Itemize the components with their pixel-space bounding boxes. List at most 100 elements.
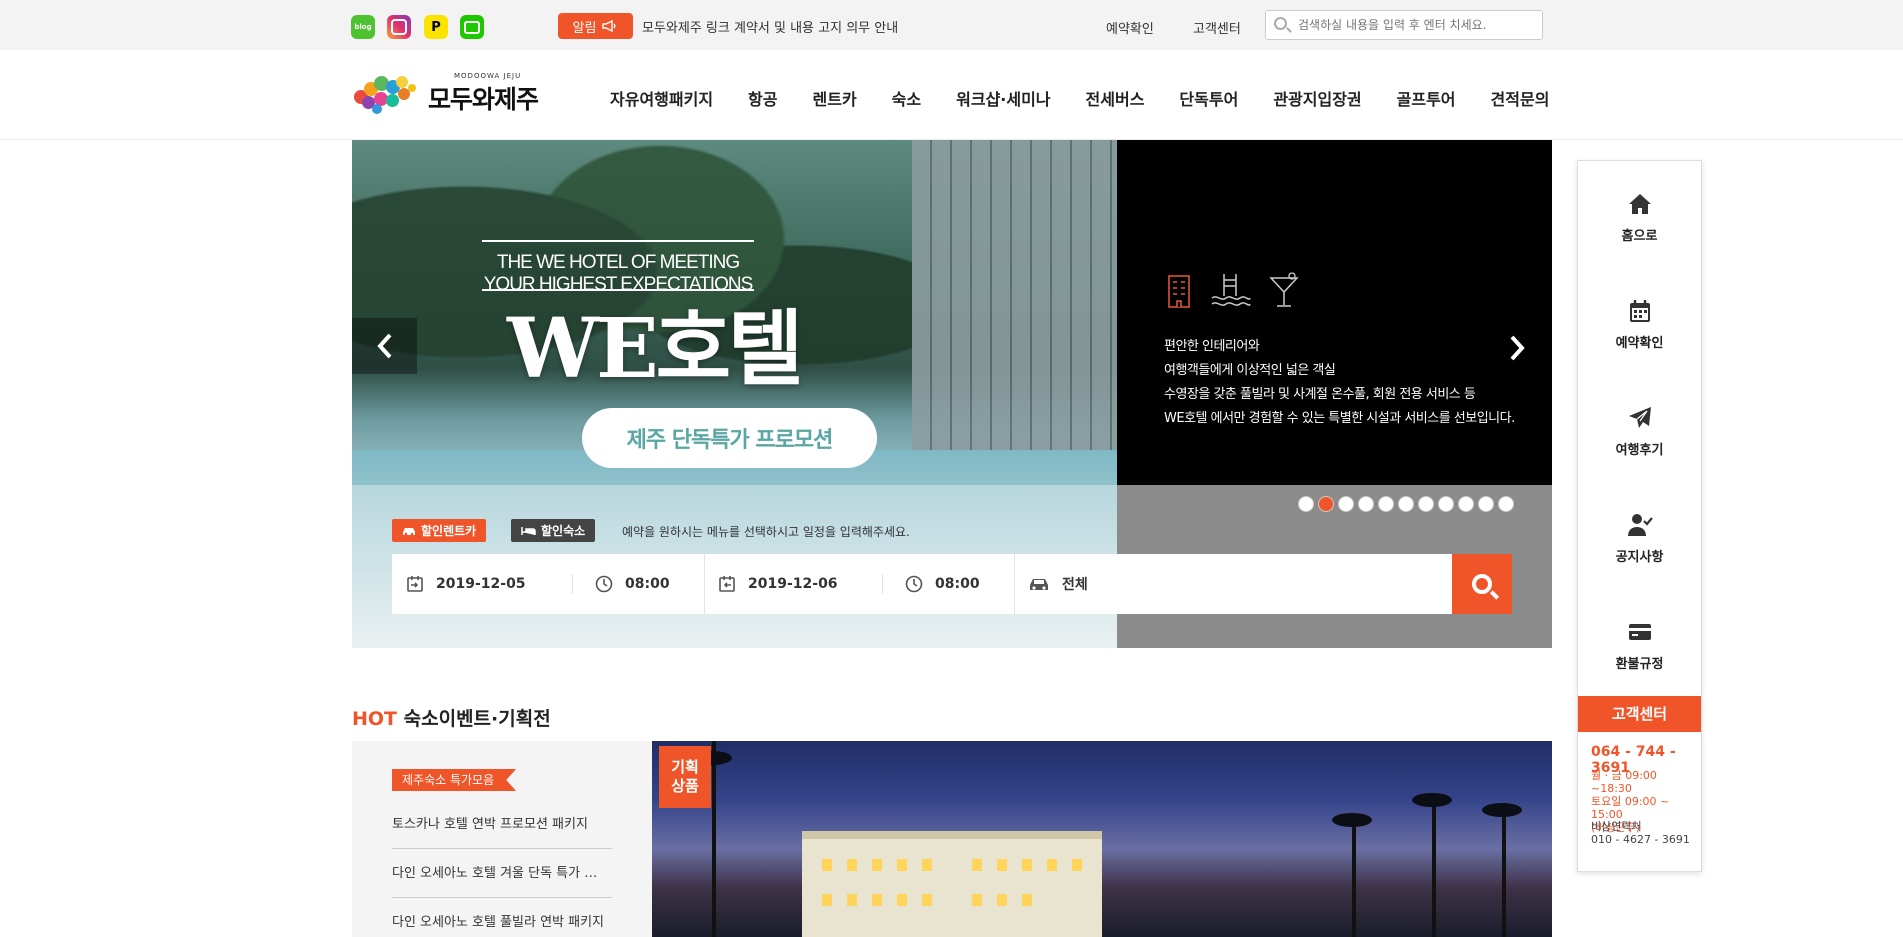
return-time-value: 08:00 <box>935 576 980 592</box>
search-input[interactable] <box>1298 15 1536 35</box>
nav-free-package[interactable]: 자유여행패키지 <box>610 86 713 110</box>
calendar-in-icon <box>407 576 423 592</box>
hero-feature-line: 편안한 인테리어와 <box>1164 339 1260 354</box>
hot-list-item[interactable]: 토스카나 호텔 연박 프로모션 패키지 <box>392 813 612 832</box>
hot-list-panel: 제주숙소 특가모음 토스카나 호텔 연박 프로모션 패키지 다인 오세아노 호텔… <box>352 741 652 937</box>
pickup-date-value: 2019-12-05 <box>436 576 526 592</box>
cocktail-icon <box>1269 272 1299 307</box>
nav-golf-tour[interactable]: 골프투어 <box>1397 86 1456 110</box>
kakaotalk-icon[interactable] <box>460 15 484 39</box>
slider-dot[interactable] <box>1298 496 1314 512</box>
nav-attraction-ticket[interactable]: 관광지입장권 <box>1273 86 1361 110</box>
pickup-time-value: 08:00 <box>625 576 670 592</box>
slider-dot[interactable] <box>1378 496 1394 512</box>
hero-divider <box>482 240 754 242</box>
nav-lodging[interactable]: 숙소 <box>892 86 921 110</box>
hero-feature-line: 여행객들에게 이상적인 넓은 객실 <box>1164 363 1336 378</box>
quick-notice[interactable]: 공지사항 <box>1578 512 1701 565</box>
nav-quote[interactable]: 견적문의 <box>1491 86 1550 110</box>
blog-icon[interactable]: blog <box>351 15 375 39</box>
logo-subtitle: MODOOWA JEJU <box>454 72 522 80</box>
bed-icon <box>521 526 536 535</box>
emergency-phone[interactable]: 010 - 4627 - 3691 <box>1591 833 1690 846</box>
hours-line: 토요일 09:00 ~ 15:00 <box>1591 795 1670 821</box>
slider-dot[interactable] <box>1358 496 1374 512</box>
notice-link[interactable]: 모두와제주 링크 계약서 및 내용 고지 의무 안내 <box>642 17 898 36</box>
quick-label: 예약확인 <box>1615 336 1664 351</box>
return-time-field[interactable]: 08:00 <box>905 554 980 614</box>
nav-rentcar[interactable]: 렌트카 <box>813 86 857 110</box>
logo-balls-icon <box>352 76 427 116</box>
calendar-icon <box>1629 300 1650 322</box>
site-logo[interactable]: MODOOWA JEJU 모두와제주 <box>352 70 542 120</box>
hot-list-item[interactable]: 다인 오세아노 호텔 겨울 단독 특가 … <box>392 862 612 881</box>
slider-prev-button[interactable] <box>352 318 417 374</box>
hero-feature-line: 수영장을 갖춘 풀빌라 및 사계절 온수풀, 회원 전용 서비스 등 <box>1164 387 1476 402</box>
slider-pagination <box>1298 496 1514 512</box>
instagram-icon[interactable] <box>387 15 411 39</box>
calendar-out-icon <box>719 576 735 592</box>
hero-info-panel <box>1117 140 1552 485</box>
hero-slider: THE WE HOTEL OF MEETING YOUR HIGHEST EXP… <box>352 140 1552 648</box>
slider-dot[interactable] <box>1498 496 1514 512</box>
tab-discount-lodging[interactable]: 할인숙소 <box>511 519 596 542</box>
user-check-icon <box>1627 514 1653 536</box>
quick-refund[interactable]: 환불규정 <box>1578 619 1701 672</box>
slider-dot[interactable] <box>1398 496 1414 512</box>
main-nav: 자유여행패키지 항공 렌트카 숙소 워크샵·세미나 전세버스 단독투어 관광지입… <box>610 86 1584 110</box>
quick-reservation[interactable]: 예약확인 <box>1578 298 1701 351</box>
slider-dot[interactable] <box>1318 496 1334 512</box>
search-box <box>1265 10 1543 40</box>
return-date-value: 2019-12-06 <box>748 576 838 592</box>
customer-center-link[interactable]: 고객센터 <box>1193 18 1241 37</box>
slider-dot[interactable] <box>1338 496 1354 512</box>
nav-private-tour[interactable]: 단독투어 <box>1179 86 1238 110</box>
quick-label: 환불규정 <box>1615 657 1664 672</box>
emergency-label: 비상연락처 <box>1591 820 1642 833</box>
hero-feature-line: WE호텔 에서만 경험할 수 있는 특별한 시설과 서비스를 선보입니다. <box>1164 411 1515 426</box>
pickup-date-field[interactable]: 2019-12-05 <box>406 554 526 614</box>
kakaopay-icon[interactable]: P <box>424 15 448 39</box>
hero-feature-list: 편안한 인테리어와 여행객들에게 이상적인 넓은 객실 수영장을 갖춘 풀빌라 … <box>1164 335 1515 431</box>
hero-promo-pill[interactable]: 제주 단독특가 프로모션 <box>582 408 877 468</box>
hours-line: 월 · 금 09:00 ~18:30 <box>1591 769 1657 795</box>
hero-title: WE호텔 <box>507 301 803 397</box>
plan-badge-line: 상품 <box>671 777 699 795</box>
car-icon <box>403 527 415 535</box>
hot-list-item[interactable]: 다인 오세아노 호텔 풀빌라 연박 패키지 <box>392 911 612 930</box>
slider-dot[interactable] <box>1458 496 1474 512</box>
notice-badge: 알림 <box>558 13 633 39</box>
slider-dot[interactable] <box>1418 496 1434 512</box>
slider-dot[interactable] <box>1438 496 1454 512</box>
nav-flight[interactable]: 항공 <box>748 86 777 110</box>
quick-label: 공지사항 <box>1615 550 1664 565</box>
logo-name: 모두와제주 <box>428 85 539 114</box>
quick-label: 여행후기 <box>1615 443 1664 458</box>
plan-badge: 기획 상품 <box>659 746 711 808</box>
booking-search-button[interactable] <box>1452 554 1512 614</box>
card-icon <box>1628 624 1651 640</box>
hot-feature-image[interactable]: 기획 상품 <box>652 741 1552 937</box>
pool-icon <box>1211 274 1251 306</box>
hot-title-text: 숙소이벤트·기획전 <box>403 708 551 730</box>
slider-next-button[interactable] <box>1497 320 1537 376</box>
slider-dot[interactable] <box>1478 496 1494 512</box>
quick-menu: 홈으로 예약확인 여행후기 공지사항 환불규정 고객센터 064 - 744 -… <box>1577 160 1702 872</box>
megaphone-icon <box>602 20 616 32</box>
tab-discount-rentcar[interactable]: 할인렌트카 <box>392 519 487 542</box>
pickup-time-field[interactable]: 08:00 <box>595 554 670 614</box>
return-date-field[interactable]: 2019-12-06 <box>718 554 838 614</box>
nav-charter-bus[interactable]: 전세버스 <box>1086 86 1145 110</box>
reservation-check-link[interactable]: 예약확인 <box>1106 18 1154 37</box>
home-icon <box>1628 194 1651 214</box>
nav-workshop[interactable]: 워크샵·세미나 <box>956 86 1050 110</box>
car-type-select[interactable]: 전체 <box>1028 554 1088 614</box>
quick-reviews[interactable]: 여행후기 <box>1578 405 1701 458</box>
quick-home[interactable]: 홈으로 <box>1578 191 1701 244</box>
main-header: MODOOWA JEJU 모두와제주 자유여행패키지 항공 렌트카 숙소 워크샵… <box>0 50 1903 140</box>
booking-guide-text: 예약을 원하시는 메뉴를 선택하시고 일정을 입력해주세요. <box>622 525 910 539</box>
hot-section-title: HOT 숙소이벤트·기획전 <box>352 704 551 731</box>
car-type-value: 전체 <box>1062 577 1088 593</box>
emergency-contact: 비상연락처 010 - 4627 - 3691 <box>1591 820 1690 846</box>
tab-label: 할인렌트카 <box>421 524 477 538</box>
